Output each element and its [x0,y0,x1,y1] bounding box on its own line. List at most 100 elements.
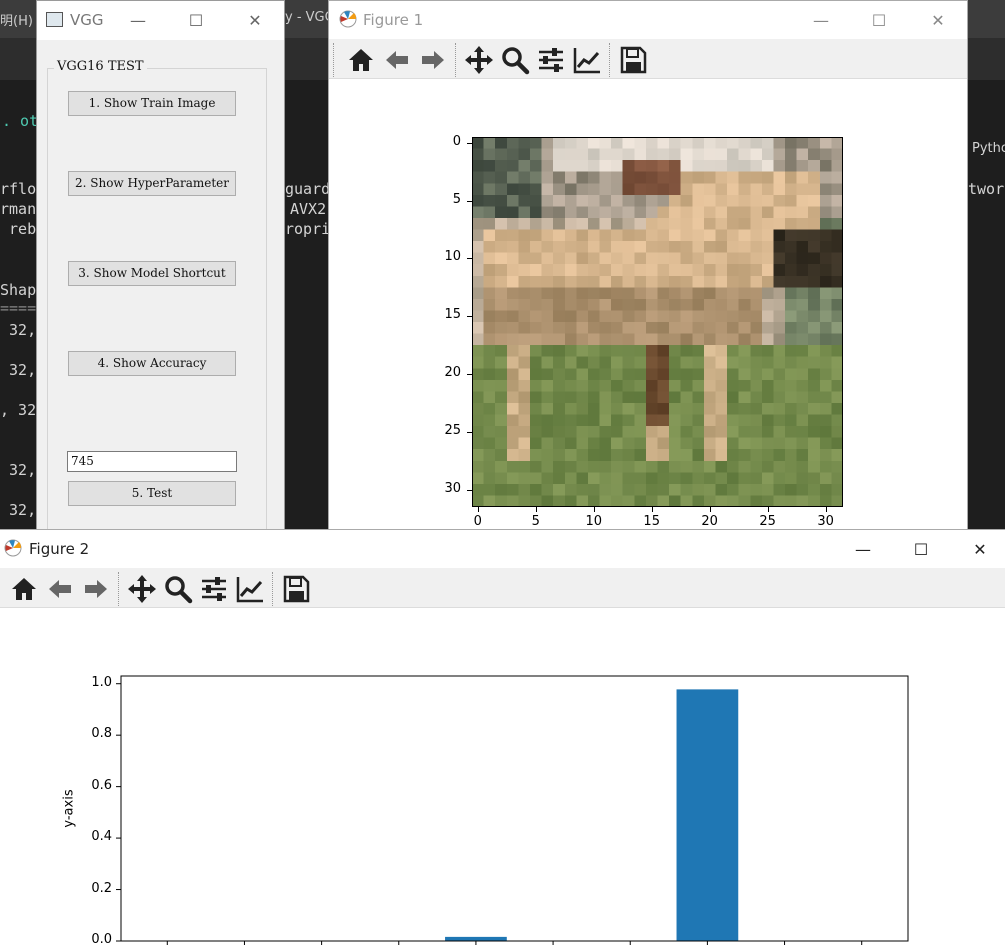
y-tick-label: 5 [452,191,461,207]
side-label: twork [968,180,1005,198]
x-tick [535,507,537,512]
side-label: Pytho [972,141,1005,156]
y-tick-label: 30 [444,480,461,496]
forward-icon[interactable] [80,573,112,605]
figure1-window: Figure 1 — ☐ ✕ 0 5 10 15 20 25 30 0 5 10 15 20 25 30 [328,0,968,530]
window-title: VGG [70,11,104,29]
editor-menu-help[interactable]: 明(H) [0,10,33,29]
zoom-icon[interactable] [162,573,194,605]
home-icon[interactable] [345,44,377,76]
y-tick-label: 0.8 [91,726,112,742]
maximize-icon[interactable]: ☐ [184,9,208,33]
back-icon[interactable] [44,573,76,605]
matplotlib-logo-icon [4,539,22,557]
code-line: 32, [0,461,37,479]
code-line: AVX2 [290,200,327,218]
configure-subplots-icon[interactable] [535,44,567,76]
x-tick-label: 25 [759,514,776,529]
axes-frame [120,675,909,942]
minimize-icon[interactable]: — [851,538,875,562]
toolbar-separator [118,572,119,606]
home-icon[interactable] [8,573,40,605]
show-accuracy-button[interactable]: 4. Show Accuracy [68,351,236,376]
forward-icon[interactable] [417,44,449,76]
code-line: 32, [0,361,37,379]
y-tick-label: 0 [452,133,461,149]
edit-axis-icon[interactable] [234,573,266,605]
x-tick [825,507,827,512]
y-tick [467,374,472,376]
show-train-image-button[interactable]: 1. Show Train Image [68,91,236,116]
y-tick [467,316,472,318]
toolbar-separator [609,43,610,77]
maximize-icon[interactable]: ☐ [867,9,891,33]
back-icon[interactable] [381,44,413,76]
toolbar-separator [455,43,456,77]
x-tick [767,507,769,512]
y-tick-label: 0.0 [91,932,112,945]
y-tick-label: 1.0 [91,674,112,690]
code-line: guard [285,180,331,198]
app-icon [46,12,63,27]
x-tick-label: 30 [817,514,834,529]
minimize-icon[interactable]: — [126,9,150,33]
y-tick-label: 0.6 [91,777,112,793]
x-tick [709,507,711,512]
toolbar-grip [333,43,334,77]
image-index-input[interactable]: 745 [67,451,237,472]
edit-axis-icon[interactable] [571,44,603,76]
x-tick-label: 20 [701,514,718,529]
x-tick-label: 15 [643,514,660,529]
close-icon[interactable]: ✕ [968,538,992,562]
figure1-toolbar [329,39,967,79]
show-model-shortcut-button[interactable]: 3. Show Model Shortcut [68,261,236,286]
y-tick-label: 0.2 [91,880,112,896]
y-tick-label: 25 [444,422,461,438]
image-axes-frame [472,137,843,507]
save-icon[interactable] [280,573,312,605]
close-icon[interactable]: ✕ [243,9,267,33]
code-line: 32, [0,501,37,519]
configure-subplots-icon[interactable] [198,573,230,605]
matplotlib-logo-icon [339,10,357,28]
window-title: Figure 2 [29,540,90,558]
x-tick [593,507,595,512]
code-line: Shap [0,281,37,299]
pan-icon[interactable] [463,44,495,76]
figure2-window: Figure 2 — ☐ ✕ airplaneautomobilebirdcat… [0,529,1005,945]
y-tick-label: 15 [444,307,461,323]
test-button[interactable]: 5. Test [68,481,236,506]
y-tick-label: 0.4 [91,829,112,845]
vgg-title-bar[interactable]: VGG — ☐ ✕ [37,1,284,40]
group-title: VGG16 TEST [54,59,147,74]
y-tick-label: 10 [444,249,461,265]
window-title: Figure 1 [363,11,424,29]
pan-icon[interactable] [126,573,158,605]
figure2-title-bar[interactable]: Figure 2 — ☐ ✕ [0,530,1005,568]
vgg-window: VGG — ☐ ✕ VGG16 TEST 1. Show Train Image… [36,0,285,530]
code-line: 32, [0,321,37,339]
x-tick [477,507,479,512]
figure2-toolbar [0,568,1005,608]
y-tick [467,489,472,491]
save-icon[interactable] [617,44,649,76]
x-tick-label: 10 [585,514,602,529]
figure1-title-bar[interactable]: Figure 1 — ☐ ✕ [329,1,967,39]
minimize-icon[interactable]: — [809,9,833,33]
x-tick-label: 5 [531,514,540,529]
show-hyperparameter-button[interactable]: 2. Show HyperParameter [68,171,236,196]
maximize-icon[interactable]: ☐ [909,538,933,562]
y-tick [467,142,472,144]
y-tick-label: 20 [444,365,461,381]
bar-horse [676,689,739,941]
code-line: . ot [2,112,39,130]
y-tick [467,200,472,202]
code-line: ropri [285,220,331,238]
bar-deer [445,936,507,941]
toolbar-separator [272,572,273,606]
zoom-icon[interactable] [499,44,531,76]
y-axis-label: y-axis [61,788,77,828]
x-tick-label: 0 [473,514,482,529]
close-icon[interactable]: ✕ [926,9,950,33]
y-tick [467,258,472,260]
